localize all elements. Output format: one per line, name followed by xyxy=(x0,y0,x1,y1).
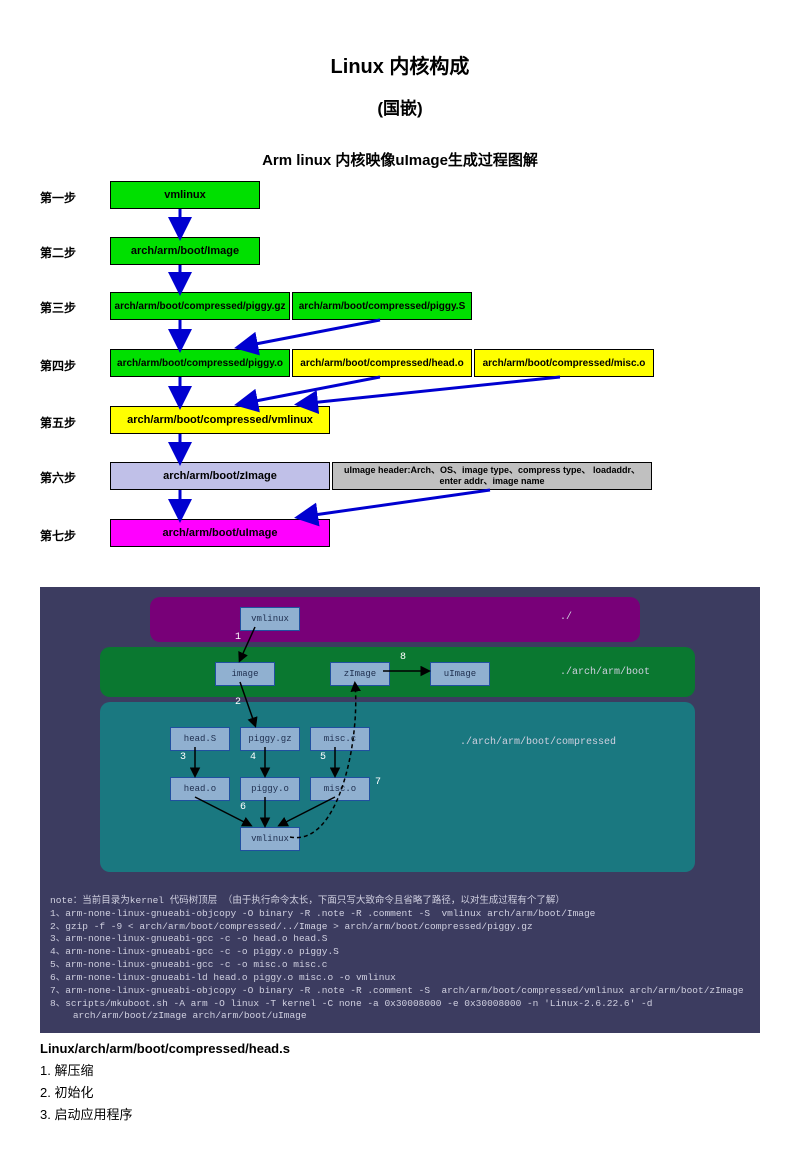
step-5-label: 第五步 xyxy=(40,414,76,431)
node-piggy-gz: piggy.gz xyxy=(240,727,300,751)
edge-7: 7 xyxy=(375,777,381,788)
body-head-path: Linux/arch/arm/boot/compressed/head.s xyxy=(40,1038,760,1060)
node-zimage: zImage xyxy=(330,662,390,686)
body-line-2: 2. 初始化 xyxy=(40,1082,760,1104)
node-vmlinux-bottom: vmlinux xyxy=(240,827,300,851)
edge-5: 5 xyxy=(320,752,326,763)
edge-6: 6 xyxy=(240,802,246,813)
box-piggy-o: arch/arm/boot/compressed/piggy.o xyxy=(110,349,290,377)
build-notes-terminal: note：当前目录为kernel 代码树顶层 （由于执行命令太长，下面只写大致命… xyxy=(40,887,760,1033)
box-piggy-s: arch/arm/boot/compressed/piggy.S xyxy=(292,292,472,320)
label-archboot: ./arch/arm/boot xyxy=(560,667,650,678)
step-6-label: 第六步 xyxy=(40,469,76,486)
body-line-1: 1. 解压缩 xyxy=(40,1060,760,1082)
box-head-o: arch/arm/boot/compressed/head.o xyxy=(292,349,472,377)
step-7-label: 第七步 xyxy=(40,527,76,544)
edge-2: 2 xyxy=(235,697,241,708)
step-4-label: 第四步 xyxy=(40,357,76,374)
edge-1: 1 xyxy=(235,632,241,643)
label-root: ./ xyxy=(560,612,572,623)
node-misc-c: misc.c xyxy=(310,727,370,751)
step-1-label: 第一步 xyxy=(40,189,76,206)
box-piggy-gz: arch/arm/boot/compressed/piggy.gz xyxy=(110,292,290,320)
edge-3: 3 xyxy=(180,752,186,763)
edge-8: 8 xyxy=(400,652,406,663)
box-image: arch/arm/boot/Image xyxy=(110,237,260,265)
diagram1-title: Arm linux 内核映像uImage生成过程图解 xyxy=(40,149,760,170)
page-title: Linux 内核构成 xyxy=(40,50,760,79)
node-misc-o: misc.o xyxy=(310,777,370,801)
box-vmlinux: vmlinux xyxy=(110,181,260,209)
uimage-flow-diagram: Arm linux 内核映像uImage生成过程图解 第一步 第二步 第三步 第… xyxy=(40,149,760,579)
box-uimage: arch/arm/boot/uImage xyxy=(110,519,330,547)
node-head-s: head.S xyxy=(170,727,230,751)
body-text: Linux/arch/arm/boot/compressed/head.s 1.… xyxy=(40,1038,760,1126)
box-compressed-vmlinux: arch/arm/boot/compressed/vmlinux xyxy=(110,406,330,434)
box-uimage-header: uImage header:Arch、OS、image type、compres… xyxy=(332,462,652,490)
node-vmlinux-top: vmlinux xyxy=(240,607,300,631)
node-piggy-o: piggy.o xyxy=(240,777,300,801)
step-2-label: 第二步 xyxy=(40,244,76,261)
node-image: image xyxy=(215,662,275,686)
page-subtitle: (国嵌) xyxy=(40,94,760,119)
build-tree-diagram: vmlinux image zImage uImage head.S piggy… xyxy=(40,587,760,1033)
node-head-o: head.o xyxy=(170,777,230,801)
label-compressed: ./arch/arm/boot/compressed xyxy=(460,737,616,748)
body-line-3: 3. 启动应用程序 xyxy=(40,1104,760,1126)
edge-4: 4 xyxy=(250,752,256,763)
step-3-label: 第三步 xyxy=(40,299,76,316)
node-uimage: uImage xyxy=(430,662,490,686)
box-misc-o: arch/arm/boot/compressed/misc.o xyxy=(474,349,654,377)
box-zimage: arch/arm/boot/zImage xyxy=(110,462,330,490)
